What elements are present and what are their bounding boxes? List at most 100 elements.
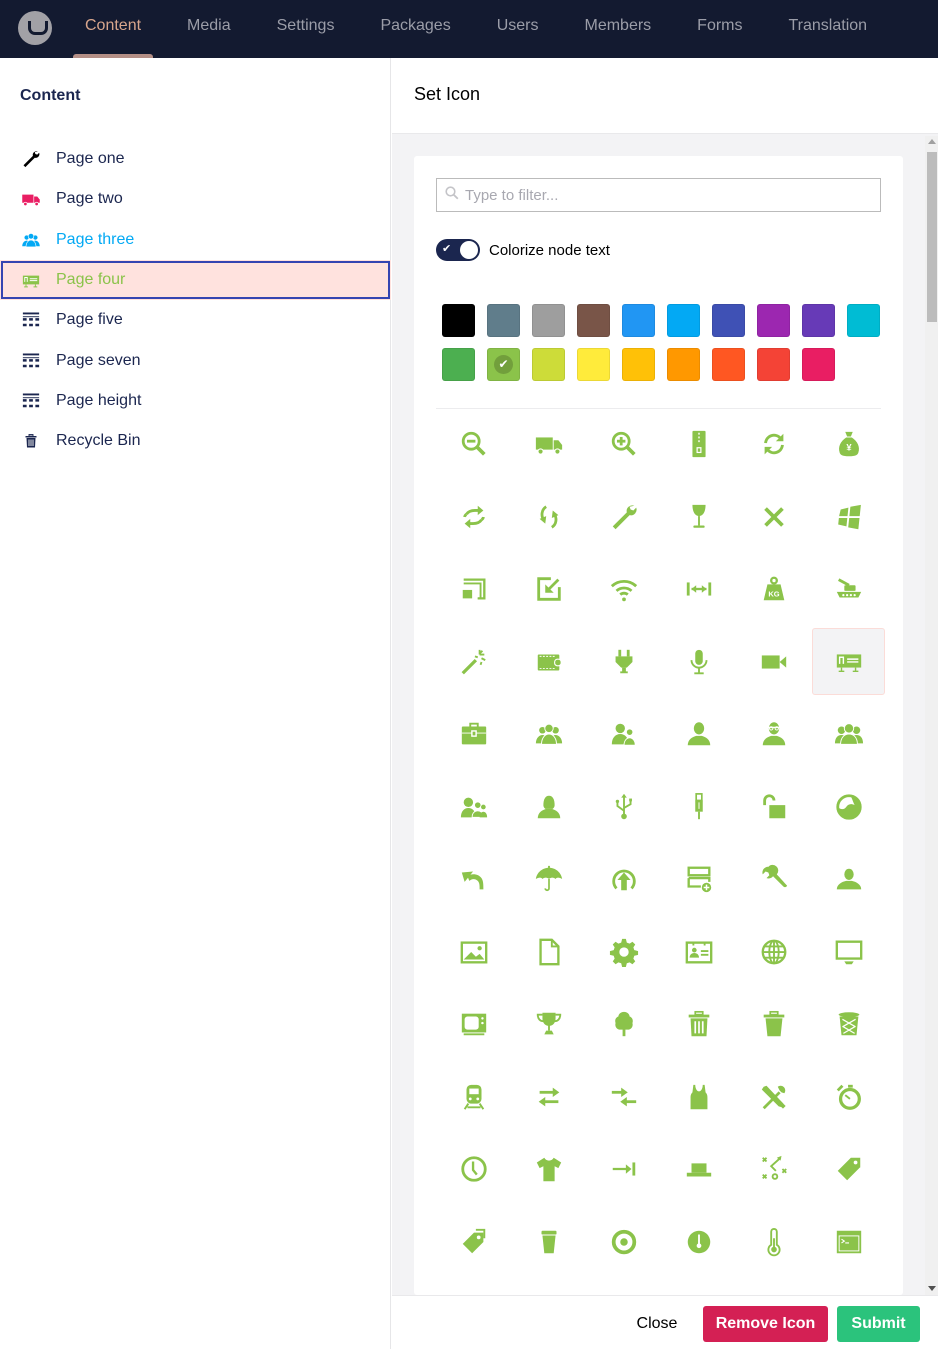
icon-option[interactable]: [811, 916, 886, 989]
tree-item-page-seven[interactable]: Page seven: [0, 340, 391, 380]
icon-option[interactable]: [661, 843, 736, 916]
color-swatch-indigo[interactable]: [712, 304, 745, 337]
icon-option[interactable]: [586, 916, 661, 989]
icon-option[interactable]: [661, 553, 736, 626]
icon-option[interactable]: [736, 988, 811, 1061]
tab-users[interactable]: Users: [474, 0, 562, 58]
icon-option[interactable]: [586, 626, 661, 699]
color-swatch-lime[interactable]: [532, 348, 565, 381]
icon-option[interactable]: [436, 698, 511, 771]
tree-item-page-two[interactable]: Page two: [0, 179, 391, 219]
color-swatch-light-green[interactable]: ✔: [487, 348, 520, 381]
icon-option[interactable]: [511, 481, 586, 554]
icon-option[interactable]: [811, 988, 886, 1061]
icon-option[interactable]: ¥: [811, 408, 886, 481]
tree-item-page-height[interactable]: Page height: [0, 381, 391, 421]
icon-option[interactable]: [736, 408, 811, 481]
icon-option[interactable]: [436, 553, 511, 626]
icon-option[interactable]: [586, 481, 661, 554]
icon-option[interactable]: [661, 698, 736, 771]
umbraco-logo-icon[interactable]: [18, 11, 52, 45]
icon-option[interactable]: [661, 626, 736, 699]
remove-icon-button[interactable]: Remove Icon: [703, 1306, 828, 1342]
icon-option[interactable]: [511, 626, 586, 699]
icon-option[interactable]: [511, 1061, 586, 1134]
icon-option[interactable]: [736, 916, 811, 989]
icon-option[interactable]: [511, 1206, 586, 1279]
color-swatch-blue-grey[interactable]: [487, 304, 520, 337]
icon-option[interactable]: [661, 988, 736, 1061]
icon-option[interactable]: [436, 916, 511, 989]
icon-option[interactable]: [586, 771, 661, 844]
color-swatch-purple[interactable]: [757, 304, 790, 337]
scroll-up-arrow-icon[interactable]: [928, 139, 936, 144]
color-swatch-deep-orange[interactable]: [712, 348, 745, 381]
icon-option[interactable]: [436, 626, 511, 699]
submit-button[interactable]: Submit: [837, 1306, 920, 1342]
color-swatch-light-blue[interactable]: [667, 304, 700, 337]
icon-option[interactable]: [736, 626, 811, 699]
color-swatch-yellow[interactable]: [577, 348, 610, 381]
tab-settings[interactable]: Settings: [254, 0, 358, 58]
icon-option[interactable]: [511, 1133, 586, 1206]
color-swatch-green[interactable]: [442, 348, 475, 381]
icon-option[interactable]: [511, 553, 586, 626]
color-swatch-deep-purple[interactable]: [802, 304, 835, 337]
tree-item-page-four[interactable]: Page four: [0, 259, 391, 301]
icon-option[interactable]: [661, 408, 736, 481]
icon-option[interactable]: [436, 1061, 511, 1134]
tree-item-page-five[interactable]: Page five: [0, 300, 391, 340]
tab-media[interactable]: Media: [164, 0, 254, 58]
icon-option[interactable]: [661, 771, 736, 844]
scroll-down-arrow-icon[interactable]: [928, 1286, 936, 1291]
icon-option[interactable]: [436, 1133, 511, 1206]
icon-option[interactable]: [736, 1206, 811, 1279]
colorize-toggle[interactable]: ✔: [436, 239, 480, 261]
icon-option[interactable]: [811, 698, 886, 771]
icon-option[interactable]: [586, 1206, 661, 1279]
icon-option[interactable]: [586, 408, 661, 481]
icon-option[interactable]: [436, 481, 511, 554]
icon-option[interactable]: [511, 771, 586, 844]
icon-option[interactable]: [661, 916, 736, 989]
icon-option[interactable]: [661, 1133, 736, 1206]
tab-members[interactable]: Members: [561, 0, 674, 58]
icon-option[interactable]: KG: [736, 553, 811, 626]
icon-option[interactable]: [586, 553, 661, 626]
icon-option[interactable]: [586, 988, 661, 1061]
icon-option[interactable]: [586, 698, 661, 771]
icon-option[interactable]: [811, 1061, 886, 1134]
color-swatch-pink[interactable]: [802, 348, 835, 381]
icon-option[interactable]: [736, 698, 811, 771]
icon-option[interactable]: [661, 1206, 736, 1279]
icon-option[interactable]: [811, 1133, 886, 1206]
icon-option[interactable]: [736, 1133, 811, 1206]
icon-option[interactable]: [736, 481, 811, 554]
icon-option[interactable]: [811, 481, 886, 554]
color-swatch-red[interactable]: [757, 348, 790, 381]
icon-option[interactable]: [511, 408, 586, 481]
tab-content[interactable]: Content: [62, 0, 164, 58]
icon-option[interactable]: [736, 843, 811, 916]
icon-option[interactable]: [811, 1206, 886, 1279]
icon-option[interactable]: [436, 771, 511, 844]
close-button[interactable]: Close: [627, 1306, 687, 1342]
color-swatch-orange[interactable]: [667, 348, 700, 381]
scrollbar[interactable]: [925, 136, 938, 1295]
icon-option[interactable]: [436, 843, 511, 916]
icon-option[interactable]: [811, 553, 886, 626]
icon-option[interactable]: [436, 408, 511, 481]
icon-option[interactable]: [661, 1061, 736, 1134]
color-swatch-brown[interactable]: [577, 304, 610, 337]
color-swatch-amber[interactable]: [622, 348, 655, 381]
tree-item-page-one[interactable]: Page one: [0, 139, 391, 179]
tree-item-page-three[interactable]: Page three: [0, 220, 391, 260]
icon-option[interactable]: [586, 1061, 661, 1134]
icon-option[interactable]: [736, 1061, 811, 1134]
color-swatch-blue[interactable]: [622, 304, 655, 337]
icon-option[interactable]: [736, 771, 811, 844]
icon-option[interactable]: [436, 988, 511, 1061]
icon-option[interactable]: [812, 627, 885, 695]
scroll-thumb[interactable]: [927, 152, 937, 322]
filter-input[interactable]: [465, 186, 865, 204]
